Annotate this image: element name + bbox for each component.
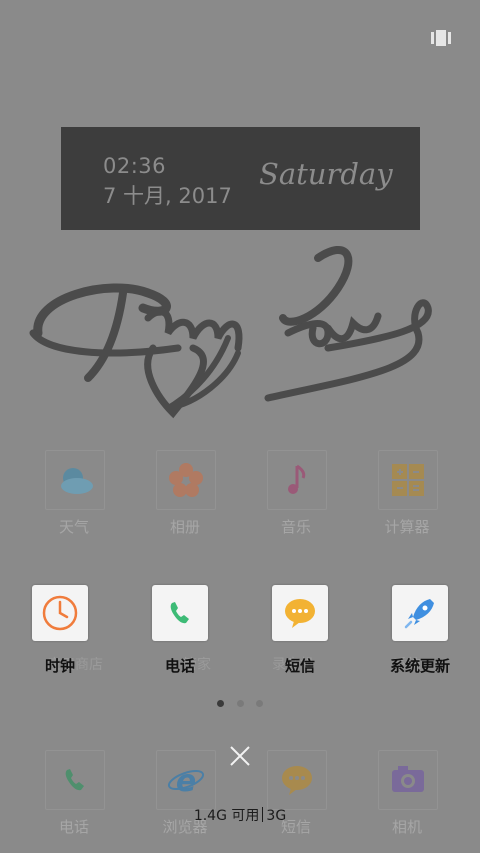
recents-menu-icon[interactable] [431, 30, 451, 46]
clock-widget[interactable]: 02:36 7 十月, 2017 Saturday [61, 127, 420, 230]
page-dot-active [217, 700, 224, 707]
bg-app-label: 计算器 [384, 518, 430, 536]
recent-app-label: 系统更新 [389, 657, 450, 675]
page-dot [237, 700, 244, 707]
recent-app-system-update[interactable]: 系统更新 [365, 585, 475, 675]
memory-total: 3G [266, 808, 287, 824]
clock-weekday: Saturday [259, 157, 393, 191]
bg-app-label: 相册 [169, 518, 200, 536]
dock-phone[interactable]: 电话 [19, 750, 129, 840]
bg-app-gallery[interactable]: 相册 [130, 450, 240, 540]
message-icon [272, 585, 328, 641]
camera-icon [378, 750, 438, 810]
music-icon [267, 450, 327, 510]
memory-available: 1.4G 可用 [193, 808, 260, 824]
recent-app-label: 时钟 [44, 657, 75, 675]
dock-browser[interactable]: e 浏览器 [130, 750, 240, 840]
recent-app-label: 电话 [164, 657, 195, 675]
recent-app-messages[interactable]: 短信 [245, 585, 355, 675]
dock-camera[interactable]: 相机 [352, 750, 462, 840]
recent-app-phone[interactable]: 电话 [125, 585, 235, 675]
page-dot [256, 700, 263, 707]
bg-app-calculator[interactable]: 计算器 [352, 450, 462, 540]
wallpaper-lettering [28, 238, 438, 428]
dock-messages[interactable]: 短信 [241, 750, 351, 840]
clock-icon [32, 585, 88, 641]
browser-icon: e [156, 750, 216, 810]
memory-separator [262, 807, 264, 822]
message-icon [267, 750, 327, 810]
calculator-icon [378, 450, 438, 510]
clock-time: 02:36 [103, 154, 167, 178]
recent-app-clock[interactable]: 时钟 [5, 585, 115, 675]
bg-app-music[interactable]: 音乐 [241, 450, 351, 540]
bg-app-label: 天气 [58, 518, 89, 536]
memory-info: 1.4G 可用 3G [0, 805, 480, 825]
phone-icon [152, 585, 208, 641]
bg-app-weather[interactable]: 天气 [19, 450, 129, 540]
bg-app-label: 音乐 [280, 518, 311, 536]
svg-text:e: e [176, 764, 196, 799]
rocket-icon [392, 585, 448, 641]
recent-app-label: 短信 [284, 657, 315, 675]
gallery-icon [156, 450, 216, 510]
phone-icon [45, 750, 105, 810]
clock-date: 7 十月, 2017 [103, 184, 232, 208]
weather-icon [45, 450, 105, 510]
